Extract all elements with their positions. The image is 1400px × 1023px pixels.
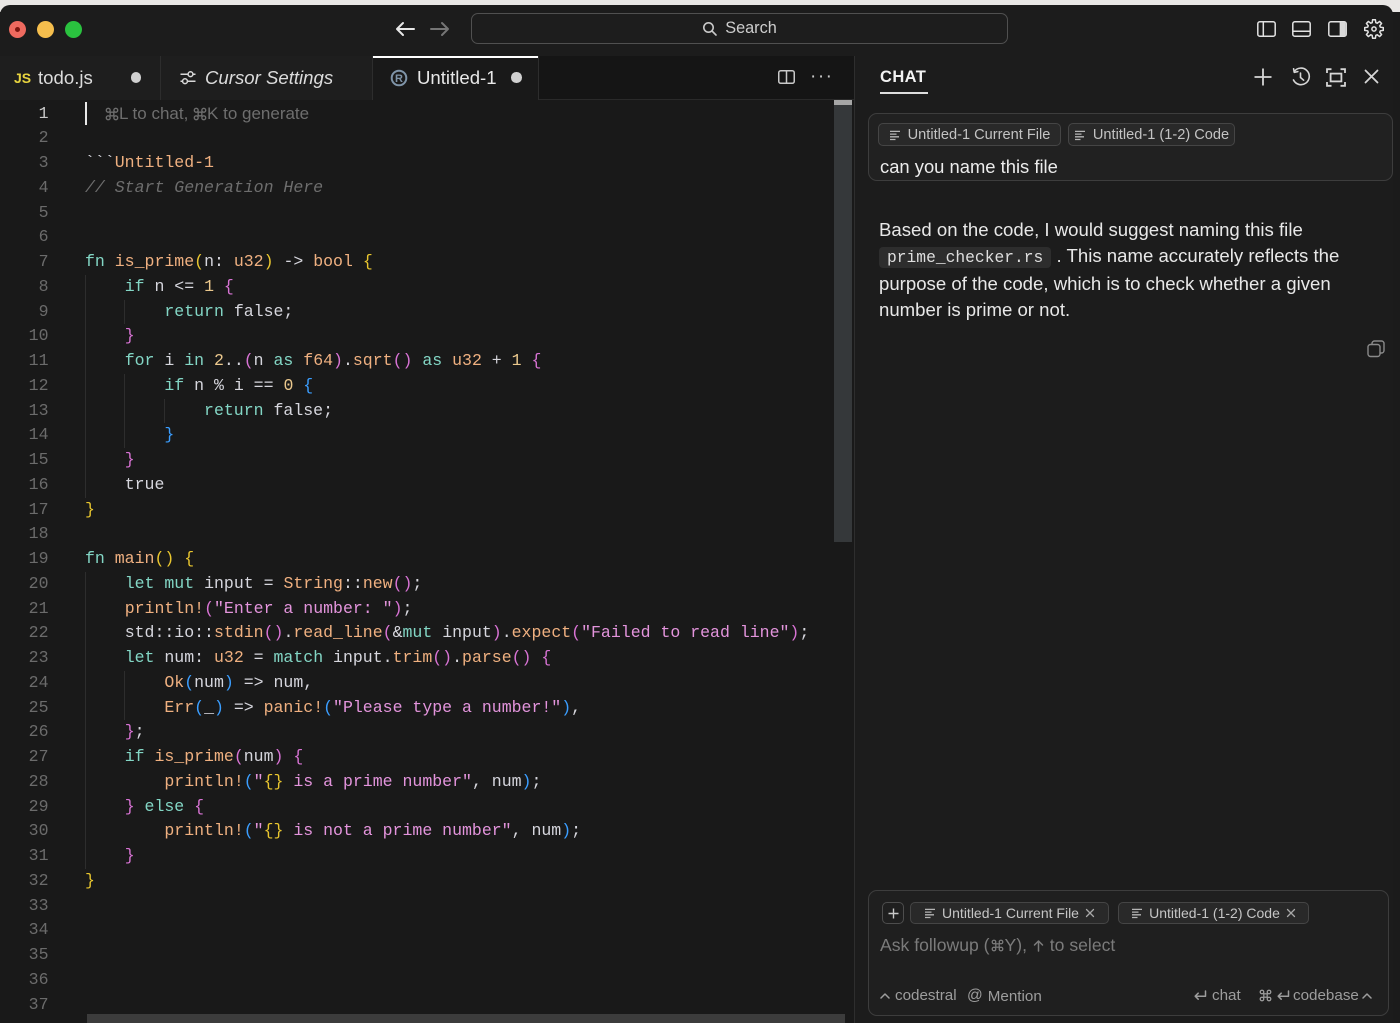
- svg-text:R: R: [395, 73, 403, 85]
